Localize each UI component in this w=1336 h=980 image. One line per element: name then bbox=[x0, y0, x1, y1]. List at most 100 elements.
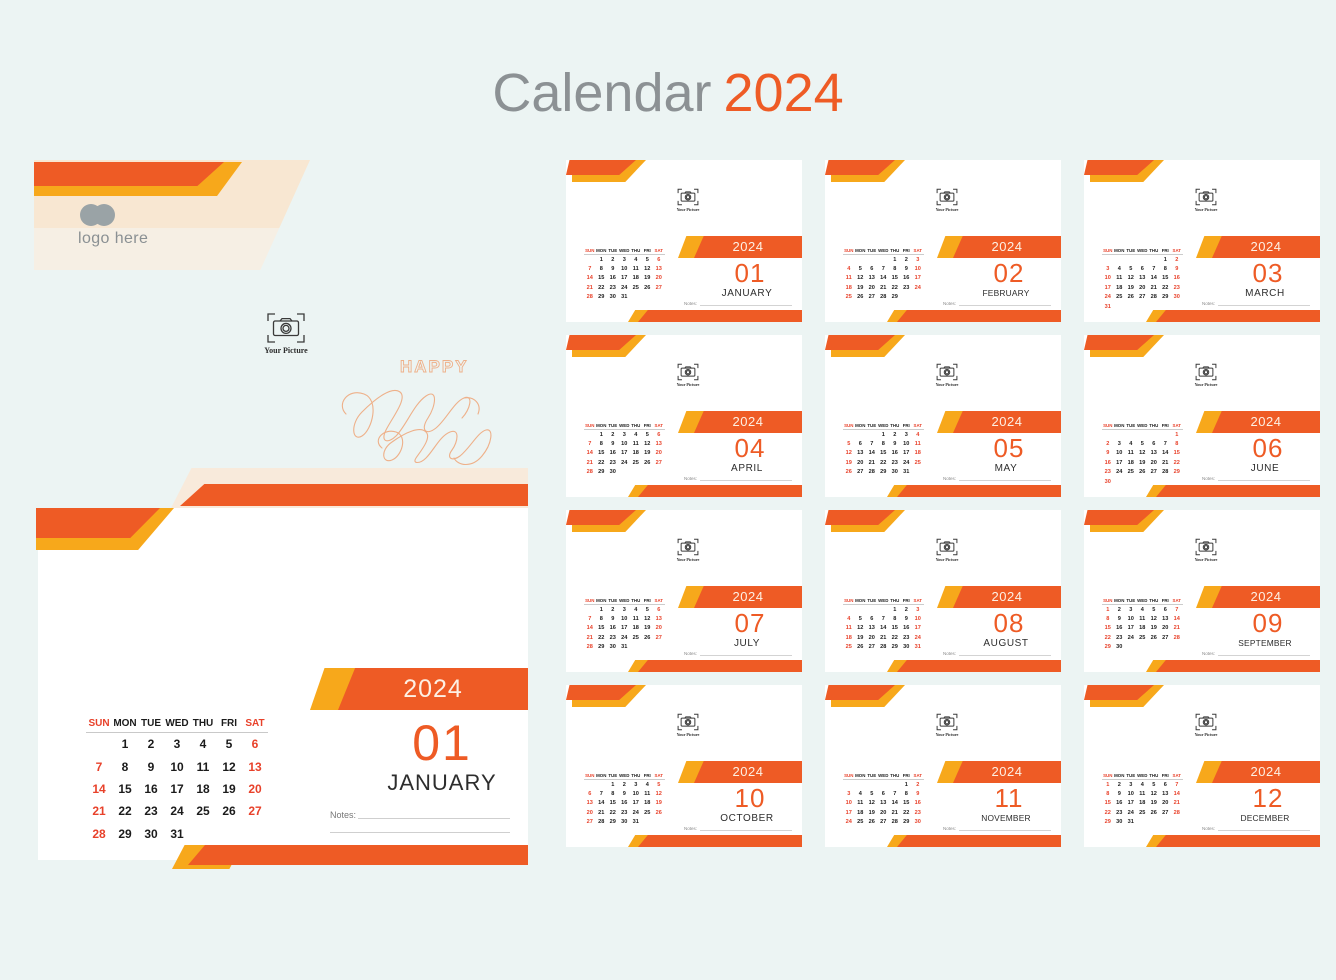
day-cell[interactable]: 30 bbox=[138, 823, 164, 845]
day-cell[interactable]: 22 bbox=[889, 633, 901, 642]
day-cell[interactable]: 30 bbox=[1114, 643, 1126, 652]
day-cell[interactable]: 23 bbox=[607, 283, 619, 292]
day-cell[interactable]: 5 bbox=[1137, 439, 1149, 448]
day-cell[interactable]: 30 bbox=[901, 643, 913, 652]
day-cell[interactable]: 20 bbox=[855, 458, 867, 467]
day-cell[interactable]: 19 bbox=[866, 808, 878, 817]
day-cell[interactable]: 10 bbox=[912, 264, 924, 273]
day-cell[interactable]: 22 bbox=[901, 808, 913, 817]
day-cell[interactable]: 14 bbox=[584, 449, 596, 458]
day-cell[interactable]: 18 bbox=[630, 624, 642, 633]
day-cell[interactable]: 13 bbox=[1160, 614, 1172, 623]
day-cell[interactable]: 22 bbox=[1102, 633, 1114, 642]
day-cell[interactable]: 12 bbox=[1137, 449, 1149, 458]
day-cell[interactable]: 31 bbox=[912, 643, 924, 652]
day-cell[interactable]: 29 bbox=[889, 293, 901, 302]
day-cell[interactable]: 12 bbox=[642, 614, 654, 623]
day-cell[interactable]: 21 bbox=[584, 283, 596, 292]
day-cell[interactable]: 22 bbox=[889, 283, 901, 292]
day-cell[interactable]: 3 bbox=[901, 430, 913, 440]
day-cell[interactable]: 28 bbox=[584, 468, 596, 477]
month-card-february[interactable]: Your Picture SUN MON TUE WED THU FRI SAT 1 2 3 4 5 6 7… bbox=[825, 160, 1061, 322]
day-cell[interactable]: 4 bbox=[190, 733, 216, 756]
day-cell[interactable]: 15 bbox=[889, 274, 901, 283]
day-cell[interactable]: 19 bbox=[653, 799, 665, 808]
day-cell[interactable]: 16 bbox=[901, 274, 913, 283]
day-cell[interactable]: 2 bbox=[619, 780, 631, 790]
day-cell[interactable]: 29 bbox=[889, 643, 901, 652]
day-cell[interactable]: 25 bbox=[630, 283, 642, 292]
day-cell[interactable]: 26 bbox=[653, 808, 665, 817]
day-cell[interactable]: 5 bbox=[843, 439, 855, 448]
day-cell[interactable]: 22 bbox=[1171, 458, 1183, 467]
day-cell[interactable]: 4 bbox=[1137, 605, 1149, 615]
day-cell[interactable]: 4 bbox=[630, 605, 642, 615]
day-cell[interactable]: 24 bbox=[1125, 633, 1137, 642]
day-cell[interactable]: 21 bbox=[584, 458, 596, 467]
day-cell[interactable]: 31 bbox=[901, 468, 913, 477]
month-card-march[interactable]: Your Picture SUN MON TUE WED THU FRI SAT 1 2 3 4 5 6 7… bbox=[1084, 160, 1320, 322]
day-cell[interactable]: 4 bbox=[1114, 264, 1126, 273]
day-cell[interactable]: 25 bbox=[1114, 293, 1126, 302]
day-cell[interactable]: 11 bbox=[855, 799, 867, 808]
day-cell[interactable]: 10 bbox=[843, 799, 855, 808]
day-cell[interactable]: 18 bbox=[843, 633, 855, 642]
day-cell[interactable]: 28 bbox=[878, 293, 890, 302]
day-cell[interactable]: 4 bbox=[630, 430, 642, 440]
day-cell[interactable]: 24 bbox=[1125, 808, 1137, 817]
day-cell[interactable]: 14 bbox=[584, 274, 596, 283]
day-cell[interactable]: 23 bbox=[619, 808, 631, 817]
day-cell[interactable]: 12 bbox=[855, 624, 867, 633]
day-cell[interactable]: 17 bbox=[164, 778, 190, 800]
day-cell[interactable]: 11 bbox=[630, 614, 642, 623]
day-cell[interactable]: 13 bbox=[866, 274, 878, 283]
day-cell[interactable]: 19 bbox=[1148, 624, 1160, 633]
day-cell[interactable]: 13 bbox=[584, 799, 596, 808]
day-cell[interactable]: 31 bbox=[630, 818, 642, 827]
month-card-october[interactable]: Your Picture SUN MON TUE WED THU FRI SAT 1 2 3 4 5 6 7… bbox=[566, 685, 802, 847]
day-cell[interactable]: 18 bbox=[642, 799, 654, 808]
day-cell[interactable]: 24 bbox=[1102, 293, 1114, 302]
day-cell[interactable]: 15 bbox=[1102, 624, 1114, 633]
day-cell[interactable]: 6 bbox=[1148, 439, 1160, 448]
day-cell[interactable]: 20 bbox=[653, 624, 665, 633]
month-card-july[interactable]: Your Picture SUN MON TUE WED THU FRI SAT 1 2 3 4 5 6 7… bbox=[566, 510, 802, 672]
day-cell[interactable]: 13 bbox=[1160, 789, 1172, 798]
day-cell[interactable]: 7 bbox=[889, 789, 901, 798]
day-cell[interactable]: 7 bbox=[584, 439, 596, 448]
day-cell[interactable]: 15 bbox=[901, 799, 913, 808]
day-cell[interactable]: 12 bbox=[855, 274, 867, 283]
day-cell[interactable]: 5 bbox=[866, 789, 878, 798]
day-cell[interactable]: 17 bbox=[912, 624, 924, 633]
day-cell[interactable]: 1 bbox=[596, 255, 608, 265]
day-cell[interactable]: 8 bbox=[1160, 264, 1172, 273]
card-picture-placeholder[interactable]: Your Picture bbox=[929, 538, 965, 562]
day-cell[interactable]: 19 bbox=[642, 274, 654, 283]
day-cell[interactable]: 12 bbox=[866, 799, 878, 808]
day-cell[interactable]: 1 bbox=[889, 605, 901, 615]
day-cell[interactable]: 14 bbox=[889, 799, 901, 808]
day-cell[interactable]: 7 bbox=[596, 789, 608, 798]
day-cell[interactable]: 9 bbox=[1114, 614, 1126, 623]
month-card-april[interactable]: Your Picture SUN MON TUE WED THU FRI SAT 1 2 3 4 5 6 7… bbox=[566, 335, 802, 497]
day-cell[interactable]: 12 bbox=[216, 755, 242, 777]
day-cell[interactable]: 8 bbox=[596, 439, 608, 448]
day-cell[interactable]: 12 bbox=[1148, 789, 1160, 798]
day-cell[interactable]: 5 bbox=[216, 733, 242, 756]
day-cell[interactable]: 4 bbox=[843, 264, 855, 273]
day-cell[interactable]: 23 bbox=[1102, 468, 1114, 477]
day-cell[interactable]: 19 bbox=[642, 624, 654, 633]
day-cell[interactable]: 8 bbox=[878, 439, 890, 448]
day-cell[interactable]: 23 bbox=[1171, 283, 1183, 292]
day-cell[interactable]: 1 bbox=[1102, 780, 1114, 790]
day-cell[interactable]: 24 bbox=[1114, 468, 1126, 477]
day-cell[interactable]: 11 bbox=[843, 274, 855, 283]
day-cell[interactable]: 15 bbox=[889, 624, 901, 633]
day-cell[interactable]: 25 bbox=[855, 818, 867, 827]
day-cell[interactable]: 6 bbox=[653, 255, 665, 265]
day-cell[interactable]: 26 bbox=[216, 800, 242, 822]
day-cell[interactable]: 3 bbox=[619, 255, 631, 265]
day-cell[interactable]: 5 bbox=[1148, 605, 1160, 615]
day-cell[interactable]: 14 bbox=[86, 778, 112, 800]
day-cell[interactable]: 20 bbox=[1160, 624, 1172, 633]
